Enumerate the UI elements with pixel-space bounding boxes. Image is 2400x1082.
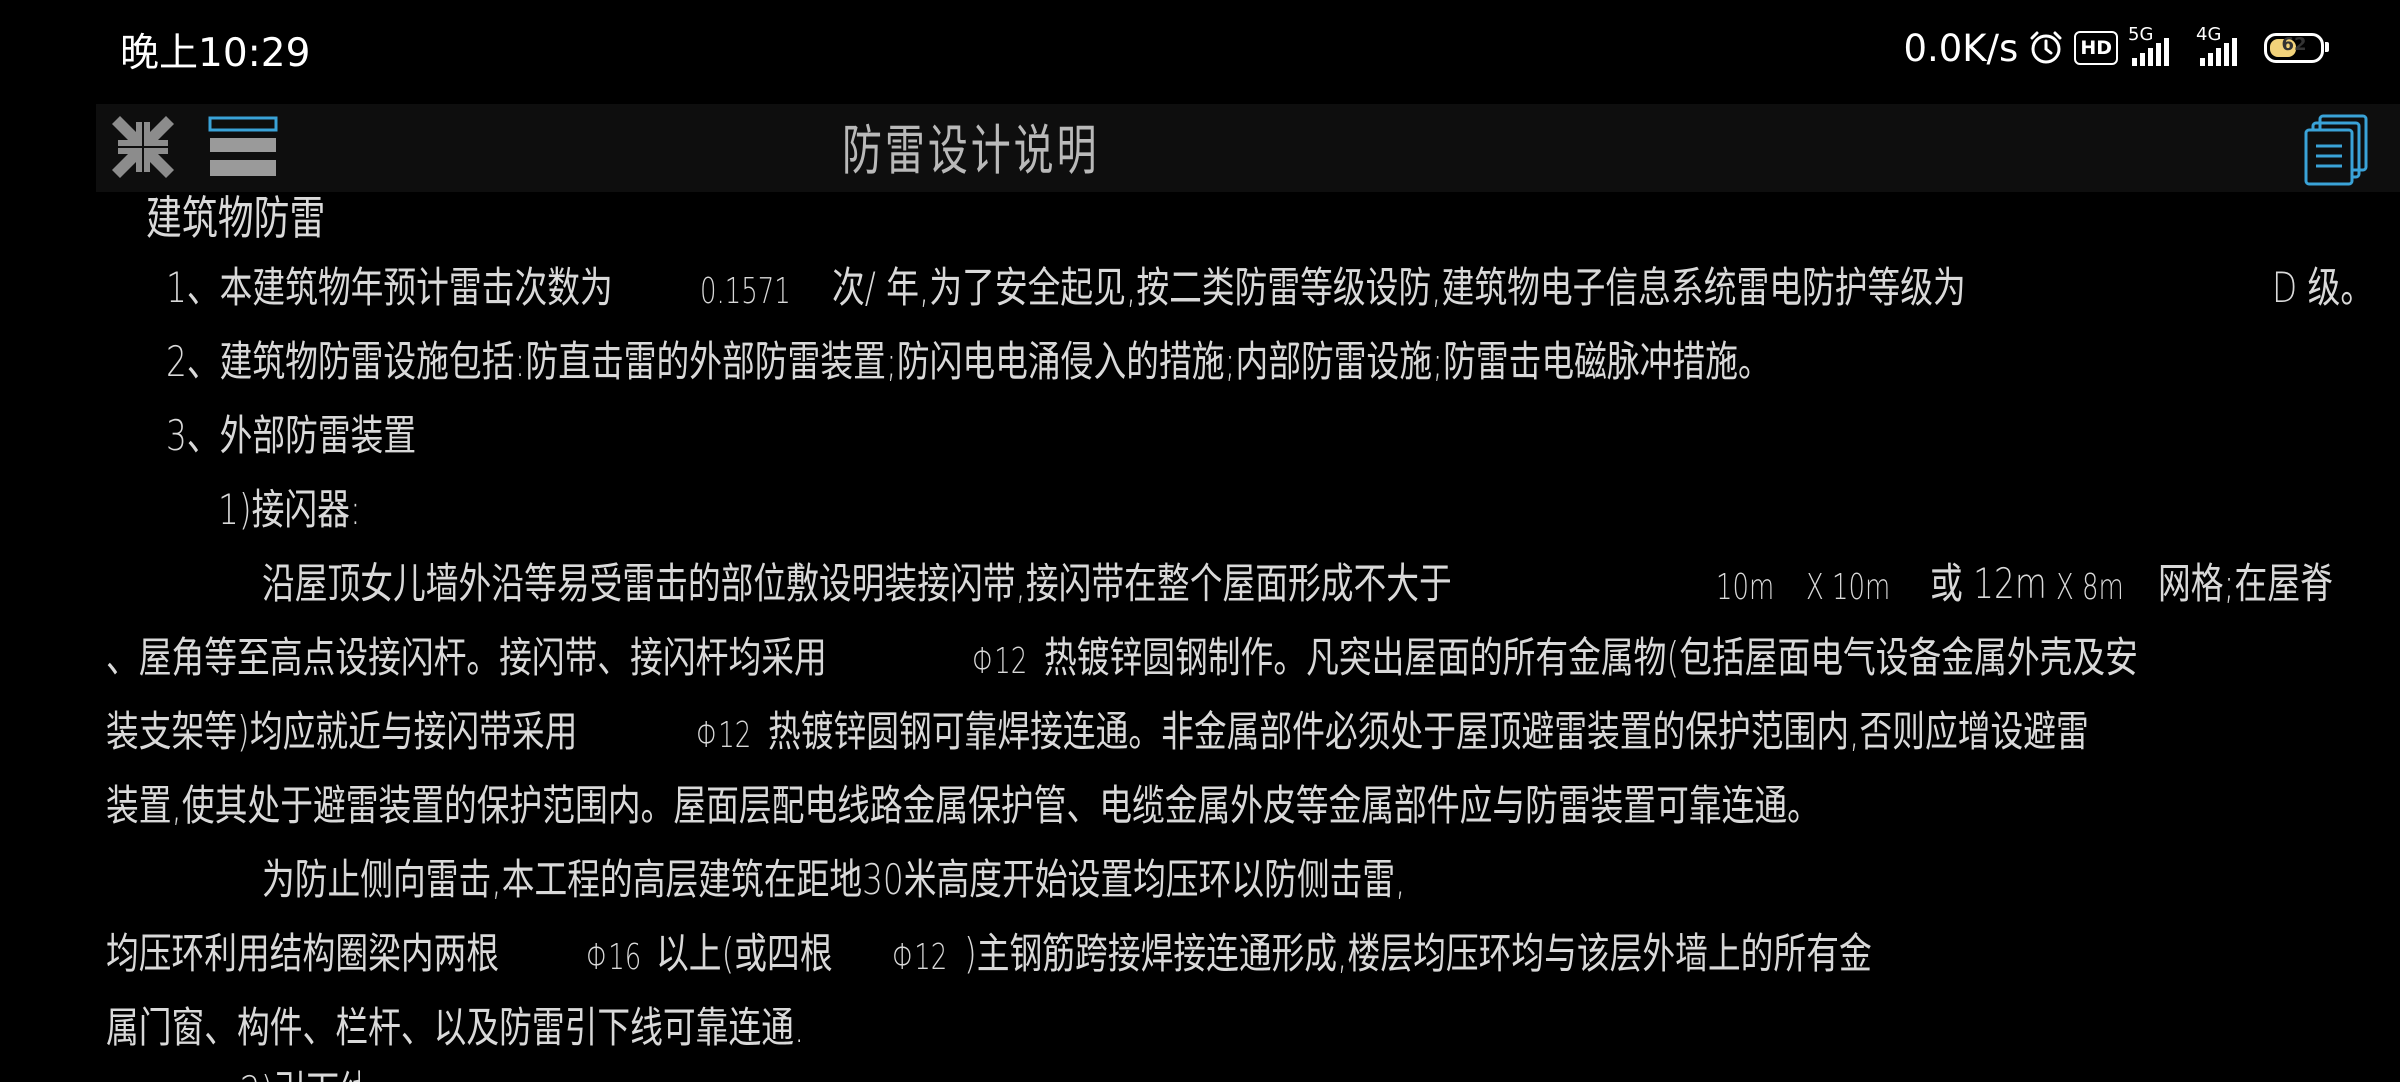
subsection-air-terminal: 1)接闪器: — [218, 485, 361, 534]
line-3: 3、外部防雷装置 — [166, 411, 417, 460]
protection-grade: D 级。 — [2272, 263, 2374, 312]
rebar-diameter-1: Φ16 — [586, 937, 642, 978]
rod-diameter-1: Φ12 — [972, 641, 1028, 682]
para-1-line-1-text: 沿屋顶女儿墙外沿等易受雷击的部位敷设明装接闪带,接闪带在整个屋面形成不大于 — [262, 559, 1452, 608]
line-1-prefix: 1、本建筑物年预计雷击次数为 — [166, 263, 613, 312]
mesh-size-1: 10m — [1716, 567, 1775, 608]
para-2-line-2-end: )主钢筋跨接焊接连通形成,楼层均压环均与该层外墙上的所有金 — [964, 929, 1872, 978]
rod-diameter-2: Φ12 — [696, 715, 752, 756]
drawing-canvas[interactable]: 建筑物防雷 1、本建筑物年预计雷击次数为 0.1571 次/ 年,为了安全起见,… — [0, 0, 2400, 1082]
mesh-size-2: X 10m — [1806, 567, 1891, 608]
para-1-line-2-end: 热镀锌圆钢制作。凡突出屋面的所有金属物(包括屋面电气设备金属外壳及安 — [1044, 633, 2138, 682]
para-1-line-3-text: 装支架等)均应就近与接闪带采用 — [106, 707, 578, 756]
para-1-line-3-end: 热镀锌圆钢可靠焊接连通。非金属部件必须处于屋顶避雷装置的保护范围内,否则应增设避… — [768, 707, 2089, 756]
para-2-line-3: 属门窗、构件、栏杆、以及防雷引下线可靠连通. — [106, 1003, 805, 1052]
section-title: 建筑物防雷 — [146, 191, 326, 245]
mesh-size-4: X 8m — [2056, 567, 2124, 608]
para-1-line-1-end: 网格;在屋脊 — [2158, 559, 2333, 608]
line-2: 2、建筑物防雷设施包括:防直击雷的外部防雷装置;防闪电电涌侵入的措施;内部防雷设… — [166, 337, 1771, 386]
strike-count-value: 0.1571 — [700, 271, 791, 312]
rebar-diameter-2: Φ12 — [892, 937, 948, 978]
line-1-middle: 次/ 年,为了安全起见,按二类防雷等级设防,建筑物电子信息系统雷电防护等级为 — [832, 263, 1966, 312]
para-2-line-2-text: 均压环利用结构圈梁内两根 — [106, 929, 500, 978]
para-1-line-2-text: 、屋角等至高点设接闪杆。接闪带、接闪杆均采用 — [106, 633, 827, 682]
mesh-size-3: 或 12m — [1930, 559, 2047, 608]
para-2-line-1: 为防止侧向雷击,本工程的高层建筑在距地30米高度开始设置均压环以防侧击雷, — [262, 855, 1406, 904]
para-2-line-2-middle: 以上(或四根 — [656, 929, 833, 978]
para-1-line-4: 装置,使其处于避雷装置的保护范围内。屋面层配电线路金属保护管、电缆金属外皮等金属… — [106, 781, 1820, 830]
